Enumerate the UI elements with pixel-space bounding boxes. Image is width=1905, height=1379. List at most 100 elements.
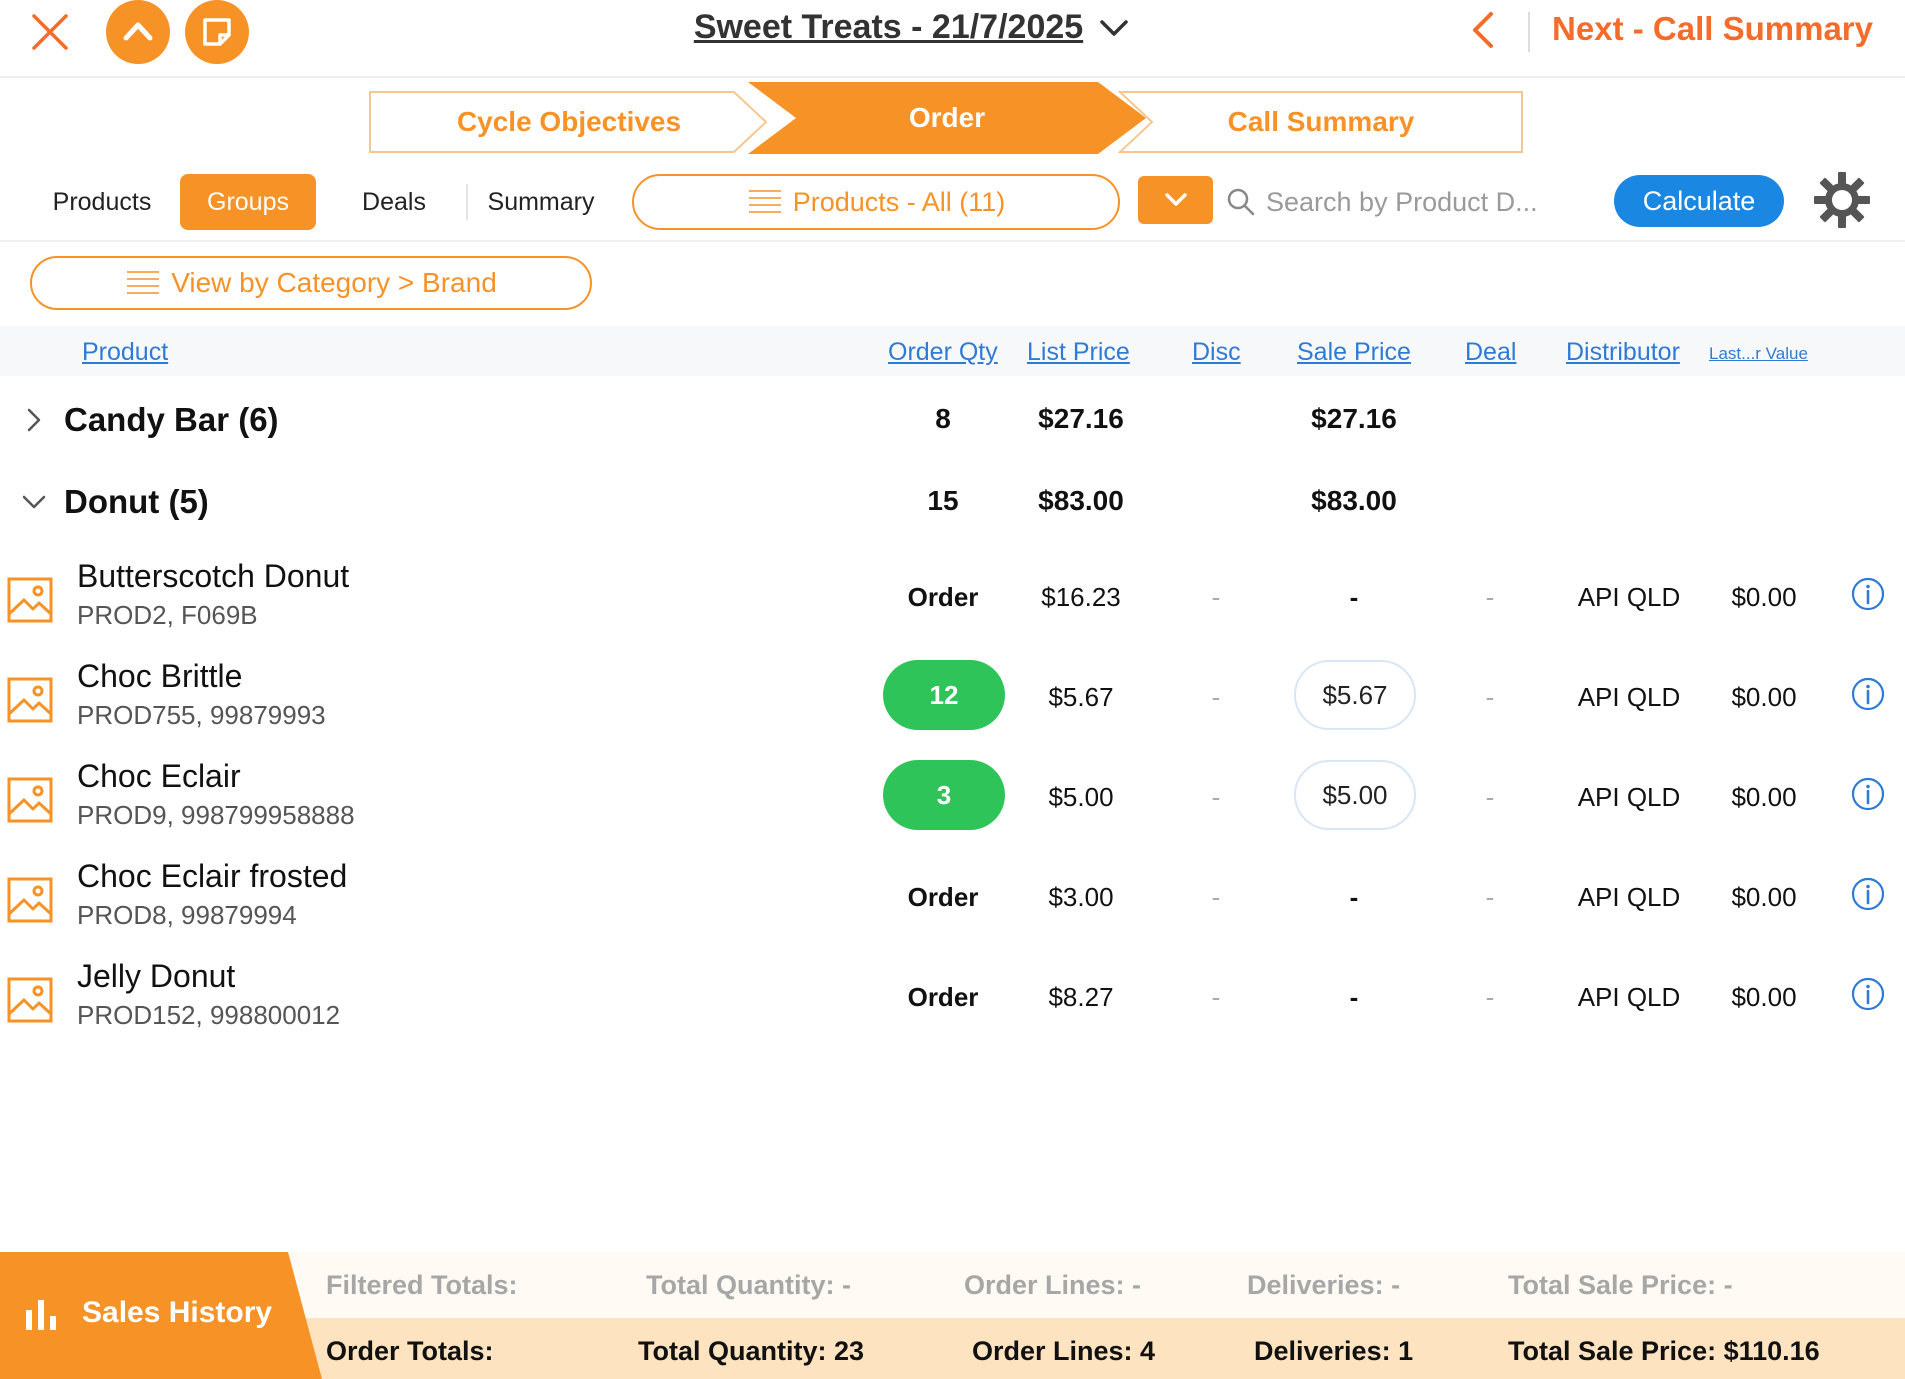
deal-value: - [1485, 582, 1495, 612]
top-divider [1528, 12, 1530, 52]
search-input[interactable] [1266, 186, 1586, 218]
call-title[interactable]: Sweet Treats - 21/7/2025 [694, 8, 1083, 47]
col-deal[interactable]: Deal [1465, 338, 1516, 367]
sale-price: - [1349, 982, 1359, 1012]
totals-footer: Filtered Totals: Total Quantity: - Order… [0, 1252, 1905, 1379]
close-icon[interactable] [28, 10, 72, 54]
back-arrow-icon[interactable] [1465, 8, 1501, 52]
chevron-up-icon [123, 22, 153, 41]
order-qty-button[interactable]: Order [908, 582, 979, 613]
col-sale-price[interactable]: Sale Price [1297, 338, 1411, 367]
sale-price: - [1349, 582, 1359, 612]
col-last-value[interactable]: Last...r Value [1709, 344, 1808, 364]
step-call-summary[interactable]: Call Summary [1118, 90, 1524, 154]
last-value: $0.00 [1731, 782, 1797, 812]
order-lines: Order Lines: 4 [972, 1336, 1156, 1366]
product-filter-select[interactable]: Products - All (11) [632, 174, 1120, 230]
collapse-button[interactable] [106, 0, 170, 64]
table-row: Jelly Donut PROD152, 998800012 Order $8.… [0, 954, 1905, 1054]
table-row: Butterscotch Donut PROD2, F069B Order $1… [0, 554, 1905, 654]
sale-price-pill[interactable]: $5.00 [1294, 760, 1416, 830]
col-list-price[interactable]: List Price [1027, 338, 1130, 367]
group-name: Candy Bar (6) [64, 401, 279, 438]
table-row: Choc Eclair PROD9, 998799958888 3 $5.00 … [0, 754, 1905, 854]
distributor: API QLD [1577, 682, 1681, 712]
list-price: $3.00 [1048, 882, 1114, 912]
list-price: $5.00 [1048, 782, 1114, 812]
product-name: Butterscotch Donut [77, 558, 350, 594]
order-total-quantity: Total Quantity: 23 [638, 1336, 865, 1366]
tab-summary[interactable]: Summary [478, 174, 604, 230]
table-header: Product Order Qty List Price Disc Sale P… [0, 326, 1905, 376]
disc-value: - [1211, 682, 1221, 712]
list-price: $8.27 [1048, 982, 1114, 1012]
order-totals-label: Order Totals: [326, 1336, 494, 1366]
deal-value: - [1485, 882, 1495, 912]
disc-value: - [1211, 582, 1221, 612]
sale-price-pill[interactable]: $5.67 [1294, 660, 1416, 730]
last-value: $0.00 [1731, 682, 1797, 712]
bar-chart-icon [26, 1300, 56, 1330]
tab-deals[interactable]: Deals [342, 174, 446, 230]
col-disc[interactable]: Disc [1192, 338, 1241, 367]
info-icon[interactable] [1850, 576, 1886, 612]
group-qty: 8 [935, 403, 951, 434]
group-sale-price: $83.00 [1311, 485, 1397, 516]
order-total-sale-price: Total Sale Price: $110.16 [1508, 1336, 1820, 1366]
order-qty-button[interactable]: Order [908, 882, 979, 913]
tab-products[interactable]: Products [38, 174, 166, 230]
product-name: Choc Brittle [77, 658, 243, 694]
product-code: PROD8, 99879994 [77, 900, 297, 930]
filter-dropdown-button[interactable] [1138, 176, 1213, 224]
search-box [1226, 180, 1606, 224]
tab-groups[interactable]: Groups [180, 174, 316, 230]
image-placeholder-icon [7, 677, 53, 723]
last-value: $0.00 [1731, 582, 1797, 612]
sales-history-button[interactable]: Sales History [0, 1252, 322, 1379]
view-by-label: View by Category > Brand [171, 267, 497, 298]
sales-history-label: Sales History [82, 1296, 273, 1329]
search-icon [1227, 188, 1255, 216]
group-list-price: $27.16 [1038, 403, 1124, 434]
chevron-down-icon[interactable] [1097, 11, 1131, 45]
order-qty-pill[interactable]: 12 [883, 660, 1005, 730]
calculate-button[interactable]: Calculate [1614, 175, 1784, 227]
group-list-price: $83.00 [1038, 485, 1124, 516]
group-row-donut[interactable]: Donut (5) 15 $83.00 $83.00 [0, 467, 1905, 537]
notes-button[interactable] [185, 0, 249, 64]
col-distributor[interactable]: Distributor [1566, 338, 1680, 367]
col-order-qty[interactable]: Order Qty [888, 338, 998, 367]
step-order[interactable]: Order [748, 82, 1146, 154]
image-placeholder-icon [7, 777, 53, 823]
gear-icon[interactable] [1812, 170, 1872, 230]
product-name: Choc Eclair frosted [77, 858, 348, 894]
top-bar: Sweet Treats - 21/7/2025 Next - Call Sum… [0, 0, 1905, 78]
distributor: API QLD [1577, 982, 1681, 1012]
deal-value: - [1485, 982, 1495, 1012]
step-cycle-objectives[interactable]: Cycle Objectives [368, 90, 770, 154]
order-qty-button[interactable]: Order [908, 982, 979, 1013]
sale-price: - [1349, 882, 1359, 912]
info-icon[interactable] [1850, 776, 1886, 812]
col-product[interactable]: Product [82, 338, 168, 367]
disc-value: - [1211, 882, 1221, 912]
group-row-candy-bar[interactable]: Candy Bar (6) 8 $27.16 $27.16 [0, 385, 1905, 455]
table-row: Choc Eclair frosted PROD8, 99879994 Orde… [0, 854, 1905, 954]
info-icon[interactable] [1850, 976, 1886, 1012]
tab-divider [466, 184, 468, 220]
step-label: Call Summary [1227, 106, 1415, 137]
filtered-totals-label: Filtered Totals: [326, 1270, 518, 1300]
info-icon[interactable] [1850, 676, 1886, 712]
list-price: $5.67 [1048, 682, 1114, 712]
next-call-summary-button[interactable]: Next - Call Summary [1552, 10, 1873, 48]
group-name: Donut (5) [64, 483, 209, 520]
image-placeholder-icon [7, 577, 53, 623]
info-icon[interactable] [1850, 876, 1886, 912]
order-qty-pill[interactable]: 3 [883, 760, 1005, 830]
step-label: Cycle Objectives [456, 106, 682, 137]
deal-value: - [1485, 782, 1495, 812]
view-by-select[interactable]: View by Category > Brand [30, 256, 592, 310]
product-code: PROD152, 998800012 [77, 1000, 341, 1030]
chevron-down-icon [22, 495, 46, 509]
distributor: API QLD [1577, 882, 1681, 912]
